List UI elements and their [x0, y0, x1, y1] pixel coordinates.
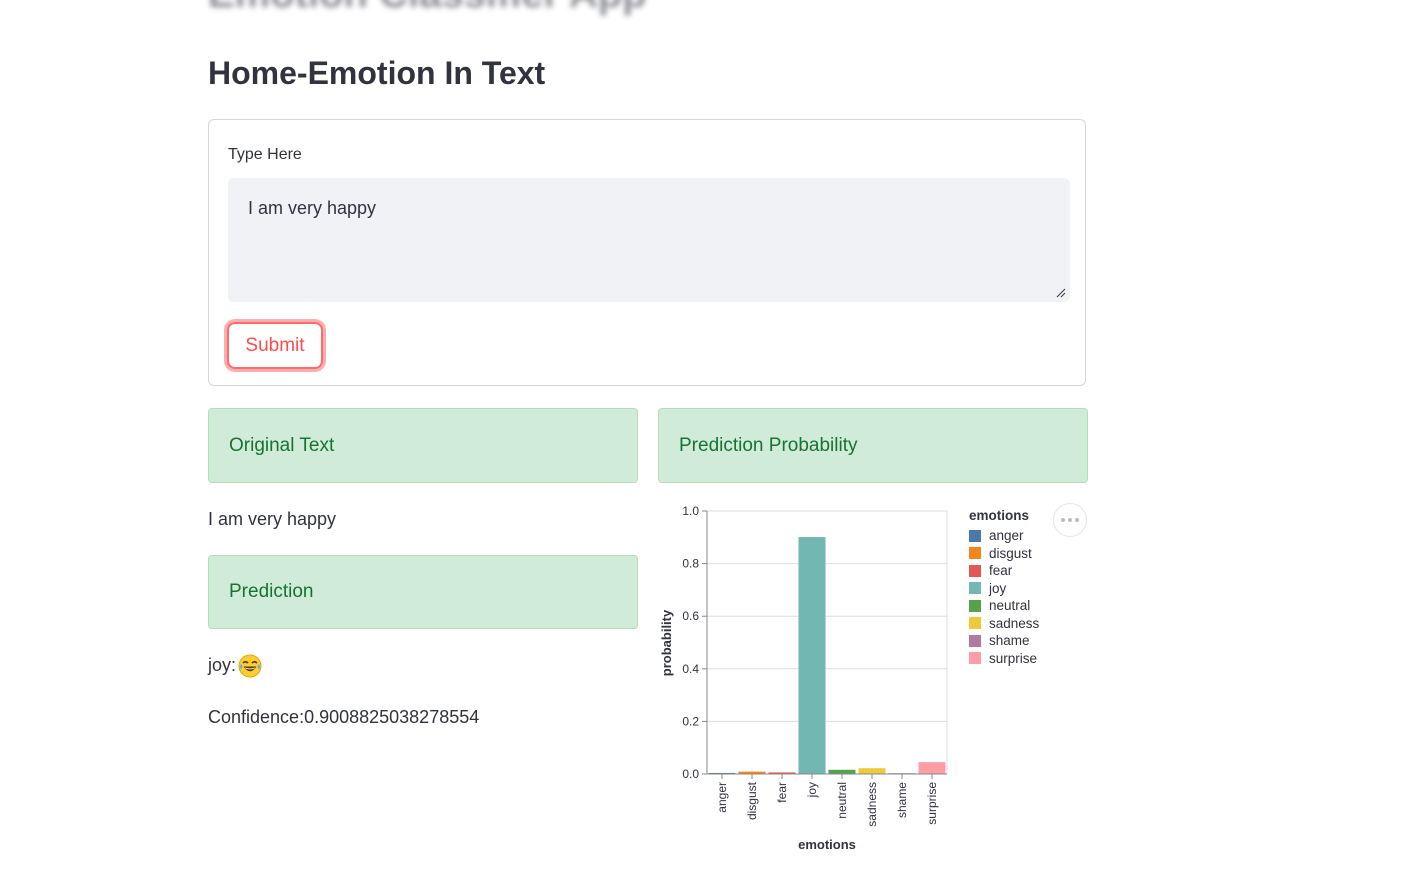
bar-surprise[interactable] — [918, 762, 946, 774]
legend-label: disgust — [989, 545, 1032, 561]
legend-item-fear: fear — [969, 562, 1039, 580]
chart-bars — [708, 537, 946, 774]
chart-menu-button[interactable] — [1053, 503, 1087, 537]
legend-title: emotions — [969, 508, 1030, 523]
app-title: Emotion Classifier App — [208, 0, 647, 17]
legend-item-sadness: sadness — [969, 615, 1039, 633]
x-tick-label: shame — [895, 782, 909, 818]
input-form: Type Here I am very happy Submit — [208, 119, 1086, 386]
prediction-probability-header: Prediction Probability — [658, 408, 1088, 483]
legend-label: anger — [989, 528, 1024, 544]
bar-neutral[interactable] — [828, 769, 856, 774]
text-input-area[interactable]: I am very happy — [228, 178, 1070, 302]
y-tick-label: 0.2 — [682, 714, 699, 728]
legend-swatch — [969, 652, 981, 665]
text-area-label: Type Here — [228, 146, 302, 163]
x-tick-label: neutral — [835, 782, 849, 819]
legend-swatch — [969, 582, 981, 595]
legend-label: sadness — [989, 615, 1040, 631]
legend-swatch — [969, 529, 981, 542]
legend-label: joy — [989, 580, 1007, 596]
x-tick-label: disgust — [745, 781, 759, 820]
more-dot — [1068, 518, 1072, 522]
legend-swatch — [969, 617, 981, 630]
legend-item-shame: shame — [969, 632, 1039, 650]
legend-item-anger: anger — [969, 527, 1039, 545]
y-tick-label: 1.0 — [682, 504, 699, 518]
legend-swatch — [969, 634, 981, 647]
more-dot — [1075, 518, 1079, 522]
submit-button[interactable]: Submit — [227, 322, 323, 369]
legend-swatch — [969, 599, 981, 612]
bar-joy[interactable] — [798, 537, 826, 774]
text-input-value: I am very happy — [248, 198, 377, 218]
legend-item-disgust: disgust — [969, 545, 1039, 563]
x-axis-title: emotions — [798, 837, 856, 852]
original-text-header: Original Text — [208, 408, 638, 483]
y-tick-label: 0.0 — [682, 767, 699, 781]
prediction-header: Prediction — [208, 555, 638, 629]
x-tick-label: joy — [805, 782, 819, 798]
legend-label: surprise — [989, 650, 1038, 666]
legend-item-surprise: surprise — [969, 650, 1039, 668]
resize-handle-icon[interactable] — [1056, 288, 1066, 298]
original-text-header-label: Original Text — [229, 434, 335, 456]
legend-swatch — [969, 547, 981, 560]
plot-frame — [706, 510, 948, 775]
legend-label: shame — [989, 633, 1030, 649]
y-tick-label: 0.4 — [682, 662, 699, 676]
more-dots-icon — [1061, 518, 1065, 522]
y-tick-label: 0.6 — [682, 609, 699, 623]
legend-item-neutral: neutral — [969, 597, 1039, 615]
legend-swatch — [969, 564, 981, 577]
original-text-value: I am very happy — [208, 509, 337, 529]
x-tick-label: surprise — [925, 782, 939, 825]
legend-label: neutral — [989, 598, 1031, 614]
chart-grid — [706, 510, 948, 775]
chart-legend: emotions anger disgust fear joy neutral sadne… — [969, 508, 1039, 667]
face-with-tears-of-joy-icon — [238, 654, 262, 678]
prediction-label: joy: — [208, 654, 237, 675]
bar-sadness[interactable] — [858, 768, 886, 774]
legend-items: anger disgust fear joy neutral sadness shame su… — [969, 527, 1039, 667]
probability-bar-chart: 0.0 0.2 0.4 0.6 0.8 1.0 anger disgust fear joy neu… — [659, 504, 948, 852]
prediction-header-label: Prediction — [229, 581, 314, 602]
legend-item-joy: joy — [969, 580, 1039, 598]
confidence-value: Confidence:0.9008825038278554 — [208, 707, 480, 727]
y-tick-label: 0.8 — [682, 557, 699, 571]
page-heading: Home-Emotion In Text — [208, 55, 546, 91]
x-tick-label: sadness — [865, 782, 879, 827]
x-tick-label: anger — [715, 782, 729, 813]
x-tick-label: fear — [775, 782, 789, 803]
prediction-probability-header-label: Prediction Probability — [679, 434, 858, 456]
legend-label: fear — [989, 563, 1013, 579]
y-axis-title: probability — [659, 609, 674, 676]
prediction-result: joy: — [208, 654, 262, 678]
